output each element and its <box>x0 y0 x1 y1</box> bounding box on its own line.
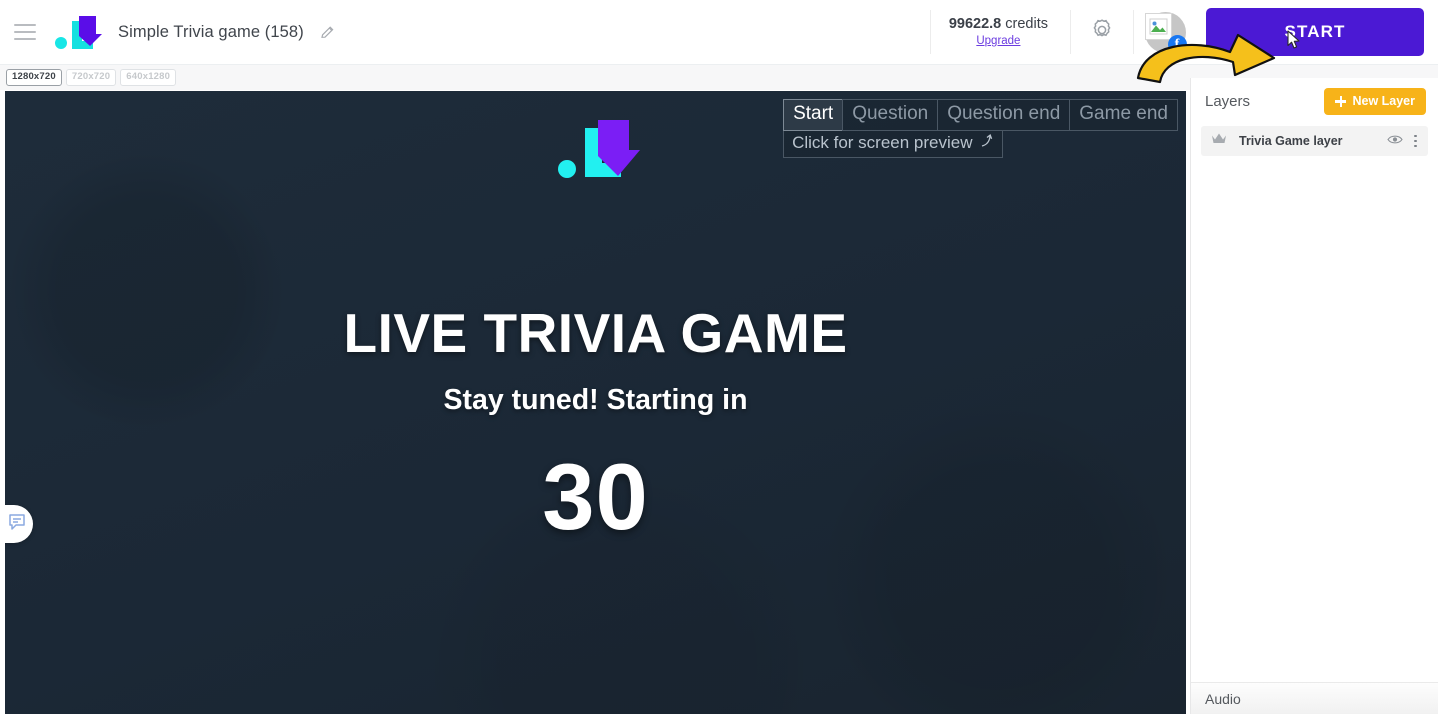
gear-icon <box>1089 17 1115 48</box>
layers-panel: Layers New Layer Trivia Game layer Audio <box>1190 78 1438 714</box>
layer-list-item[interactable]: Trivia Game layer <box>1201 126 1428 156</box>
layers-title: Layers <box>1205 92 1251 110</box>
new-layer-button[interactable]: New Layer <box>1324 87 1426 115</box>
dot <box>1414 139 1417 143</box>
screen-preview-tabs: Start Question Question end Game end Cli… <box>783 99 1178 158</box>
tab-start[interactable]: Start <box>783 99 844 131</box>
chat-bubble-svg <box>9 513 25 530</box>
upgrade-link[interactable]: Upgrade <box>976 34 1020 49</box>
canvas-logo-svg <box>558 120 640 178</box>
canvas-subtitle: Stay tuned! Starting in <box>443 384 748 416</box>
app-root: Simple Trivia game (158) 99622.8 credits… <box>0 0 1438 714</box>
crown-icon <box>1211 132 1227 150</box>
hamburger-menu-icon[interactable] <box>14 24 36 40</box>
canvas-brand-logo-icon <box>554 114 644 186</box>
credits-block: 99622.8 credits Upgrade <box>931 15 1070 49</box>
resolution-option-640x1280[interactable]: 640x1280 <box>120 69 177 86</box>
screen-preview-hint-label: Click for screen preview <box>792 133 973 152</box>
layer-actions <box>1387 132 1420 150</box>
audio-section[interactable]: Audio <box>1191 682 1438 714</box>
preview-canvas[interactable]: LIVE TRIVIA GAME Stay tuned! Starting in… <box>5 91 1186 714</box>
new-layer-label: New Layer <box>1352 94 1415 108</box>
chat-bubble-icon <box>8 513 26 536</box>
brand-logo-icon[interactable] <box>52 12 104 52</box>
hamburger-line <box>14 38 36 40</box>
facebook-badge-icon: f <box>1167 34 1187 54</box>
tab-row: Start Question Question end Game end <box>783 99 1178 131</box>
audio-label: Audio <box>1205 690 1241 707</box>
more-vertical-icon[interactable] <box>1411 133 1420 150</box>
arrow-up-right-icon <box>979 132 994 154</box>
avatar-circle: f <box>1144 11 1187 54</box>
dot <box>1414 144 1417 148</box>
broken-image-svg <box>1149 18 1167 34</box>
resolution-option-1280x720[interactable]: 1280x720 <box>6 69 62 86</box>
avatar[interactable]: f <box>1134 0 1196 64</box>
tab-question[interactable]: Question <box>842 99 939 131</box>
hamburger-line <box>14 31 36 33</box>
eye-svg <box>1387 135 1404 144</box>
pencil-edit-icon[interactable] <box>319 24 336 41</box>
tab-game-end[interactable]: Game end <box>1069 99 1178 131</box>
eye-icon[interactable] <box>1387 132 1404 150</box>
start-button[interactable]: START <box>1206 8 1424 56</box>
top-bar: Simple Trivia game (158) 99622.8 credits… <box>0 0 1438 64</box>
resolution-option-720x720[interactable]: 720x720 <box>65 69 117 86</box>
pencil-edit-svg <box>320 25 333 38</box>
avatar-broken-image-icon <box>1144 12 1172 40</box>
credits-word: credits <box>1005 16 1048 32</box>
credits-amount: 99622.8 <box>948 16 1002 32</box>
screen-preview-hint[interactable]: Click for screen preview <box>783 131 1003 158</box>
credits-line: 99622.8 credits <box>949 15 1048 33</box>
layer-name: Trivia Game layer <box>1239 134 1343 148</box>
project-title-text: Simple Trivia game (158) <box>118 22 304 41</box>
arrow-up-right-svg <box>981 133 992 147</box>
gear-svg <box>1093 18 1111 36</box>
tab-question-end[interactable]: Question end <box>937 99 1071 131</box>
layers-header: Layers New Layer <box>1191 78 1438 124</box>
dot <box>1414 134 1417 138</box>
hamburger-line <box>14 24 36 26</box>
crown-svg <box>1212 133 1226 143</box>
settings-button[interactable] <box>1071 0 1133 64</box>
top-bar-right: 99622.8 credits Upgrade f START <box>929 0 1438 64</box>
canvas-countdown: 30 <box>542 444 649 549</box>
page-title: Simple Trivia game (158) <box>118 23 336 42</box>
brand-logo-svg <box>55 16 102 49</box>
plus-icon <box>1335 95 1347 107</box>
canvas-title: LIVE TRIVIA GAME <box>343 302 848 364</box>
